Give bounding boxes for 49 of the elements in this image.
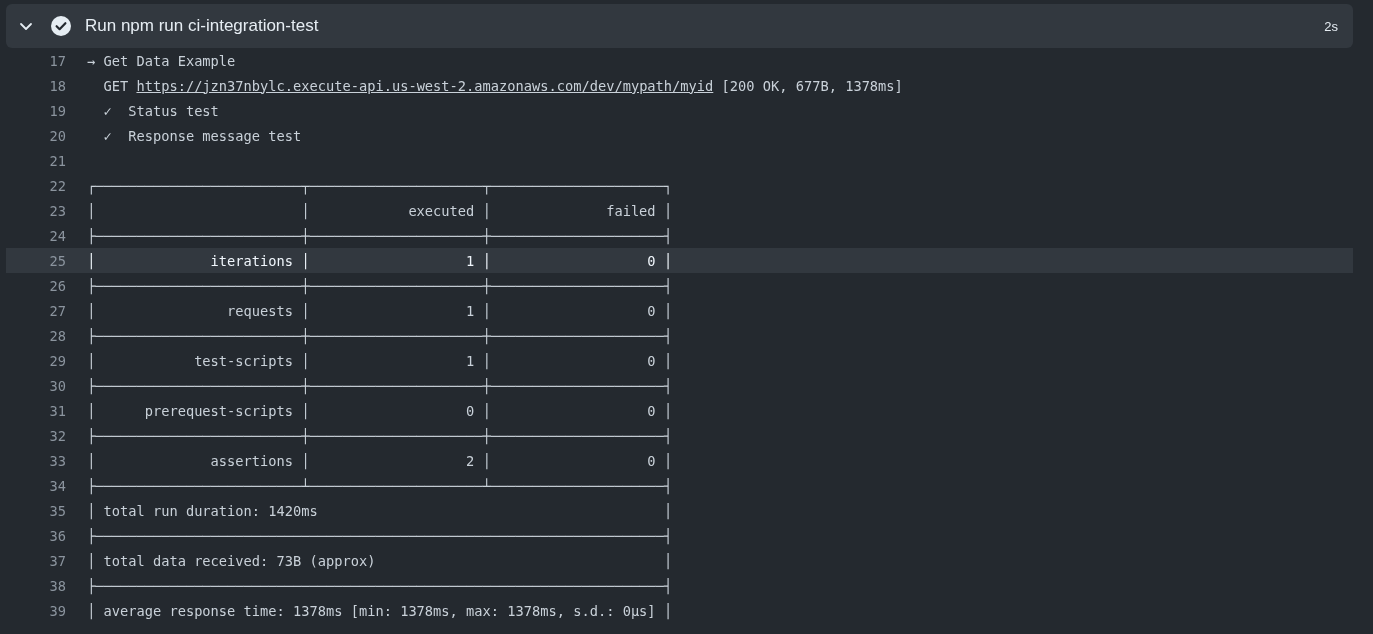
- line-number[interactable]: 21: [6, 152, 66, 169]
- log-line: ✓ Response message test: [102, 127, 302, 144]
- log-line: │ prerequest-scripts │ 0 │ 0 │: [87, 402, 673, 419]
- log-line: ├─────────────────────────┼─────────────────────┼─────────────────────┤: [87, 277, 673, 294]
- log-line: │ test-scripts │ 1 │ 0 │: [87, 352, 673, 369]
- line-number[interactable]: 30: [6, 377, 66, 394]
- line-number[interactable]: 17: [6, 52, 66, 69]
- log-line: │ iterations │ 1 │ 0 │: [87, 252, 673, 269]
- log-line: ├─────────────────────────────────────────────────────────────────────┤: [87, 577, 673, 594]
- log-line: ┌─────────────────────────┬─────────────────────┬─────────────────────┐: [87, 177, 673, 194]
- line-number[interactable]: 25: [6, 252, 66, 269]
- line-number[interactable]: 33: [6, 452, 66, 469]
- line-number[interactable]: 18: [6, 77, 66, 94]
- line-number[interactable]: 37: [6, 552, 66, 569]
- log-line: ├─────────────────────────┼─────────────────────┼─────────────────────┤: [87, 377, 673, 394]
- step-header[interactable]: Run npm run ci-integration-test 2s: [6, 4, 1353, 48]
- step-title: Run npm run ci-integration-test: [85, 16, 320, 36]
- log-line: ├─────────────────────────┼─────────────────────┼─────────────────────┤: [87, 227, 673, 244]
- line-number[interactable]: 24: [6, 227, 66, 244]
- line-number[interactable]: 20: [6, 127, 66, 144]
- line-number[interactable]: 27: [6, 302, 66, 319]
- line-number[interactable]: 32: [6, 427, 66, 444]
- log-line: GET https://jzn37nbylc.execute-api.us-west-2.amazonaws.com/dev/mypath/myid [200 OK, 677B, 1378ms]: [102, 77, 903, 94]
- log-line: │ average response time: 1378ms [min: 1378ms, max: 1378ms, s.d.: 0µs] │: [87, 602, 673, 619]
- log-line: │ requests │ 1 │ 0 │: [87, 302, 673, 319]
- line-number[interactable]: 36: [6, 527, 66, 544]
- line-number[interactable]: 29: [6, 352, 66, 369]
- link[interactable]: https://jzn37nbylc.execute-api.us-west-2.amazonaws.com/dev/mypath/myid: [136, 77, 714, 94]
- log-line: ├─────────────────────────────────────────────────────────────────────┤: [87, 527, 673, 544]
- log-line: → Get Data Example: [87, 52, 236, 69]
- log-line: │ │ executed │ failed │: [87, 202, 673, 219]
- line-number[interactable]: 19: [6, 102, 66, 119]
- line-number[interactable]: 23: [6, 202, 66, 219]
- line-number[interactable]: 22: [6, 177, 66, 194]
- log-line: ├─────────────────────────┼─────────────────────┼─────────────────────┤: [87, 327, 673, 344]
- log-line: ├─────────────────────────┼─────────────────────┼─────────────────────┤: [87, 427, 673, 444]
- line-number[interactable]: 35: [6, 502, 66, 519]
- log-line: │ total data received: 73B (approx) │: [87, 552, 673, 569]
- log-line: │ total run duration: 1420ms │: [87, 502, 673, 519]
- log-line: │ assertions │ 2 │ 0 │: [87, 452, 673, 469]
- step-duration: 2s: [1324, 18, 1338, 34]
- line-number[interactable]: 26: [6, 277, 66, 294]
- line-number[interactable]: 31: [6, 402, 66, 419]
- line-number[interactable]: 39: [6, 602, 66, 619]
- log-line: ✓ Status test: [102, 102, 219, 119]
- log-line: ├─────────────────────────┴─────────────────────┴─────────────────────┤: [87, 477, 673, 494]
- line-number[interactable]: 38: [6, 577, 66, 594]
- line-number[interactable]: 28: [6, 327, 66, 344]
- line-number[interactable]: 34: [6, 477, 66, 494]
